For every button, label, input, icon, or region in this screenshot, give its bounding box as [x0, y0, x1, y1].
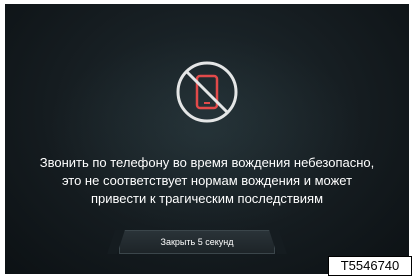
figure-reference-code: T5546740	[328, 256, 412, 276]
close-button[interactable]: Закрыть 5 секунд	[119, 230, 275, 254]
warning-message: Звонить по телефону во время вождения не…	[5, 154, 409, 208]
warning-message-line-2: это не соответствует нормам вождения и м…	[61, 173, 353, 188]
warning-screen: Звонить по телефону во время вождения не…	[5, 4, 409, 274]
warning-message-line-3: привести к трагическим последствиям	[90, 191, 324, 206]
warning-message-line-1: Звонить по телефону во время вождения не…	[39, 155, 375, 170]
no-phone-icon	[175, 60, 239, 124]
figure-frame: Звонить по телефону во время вождения не…	[0, 0, 415, 279]
